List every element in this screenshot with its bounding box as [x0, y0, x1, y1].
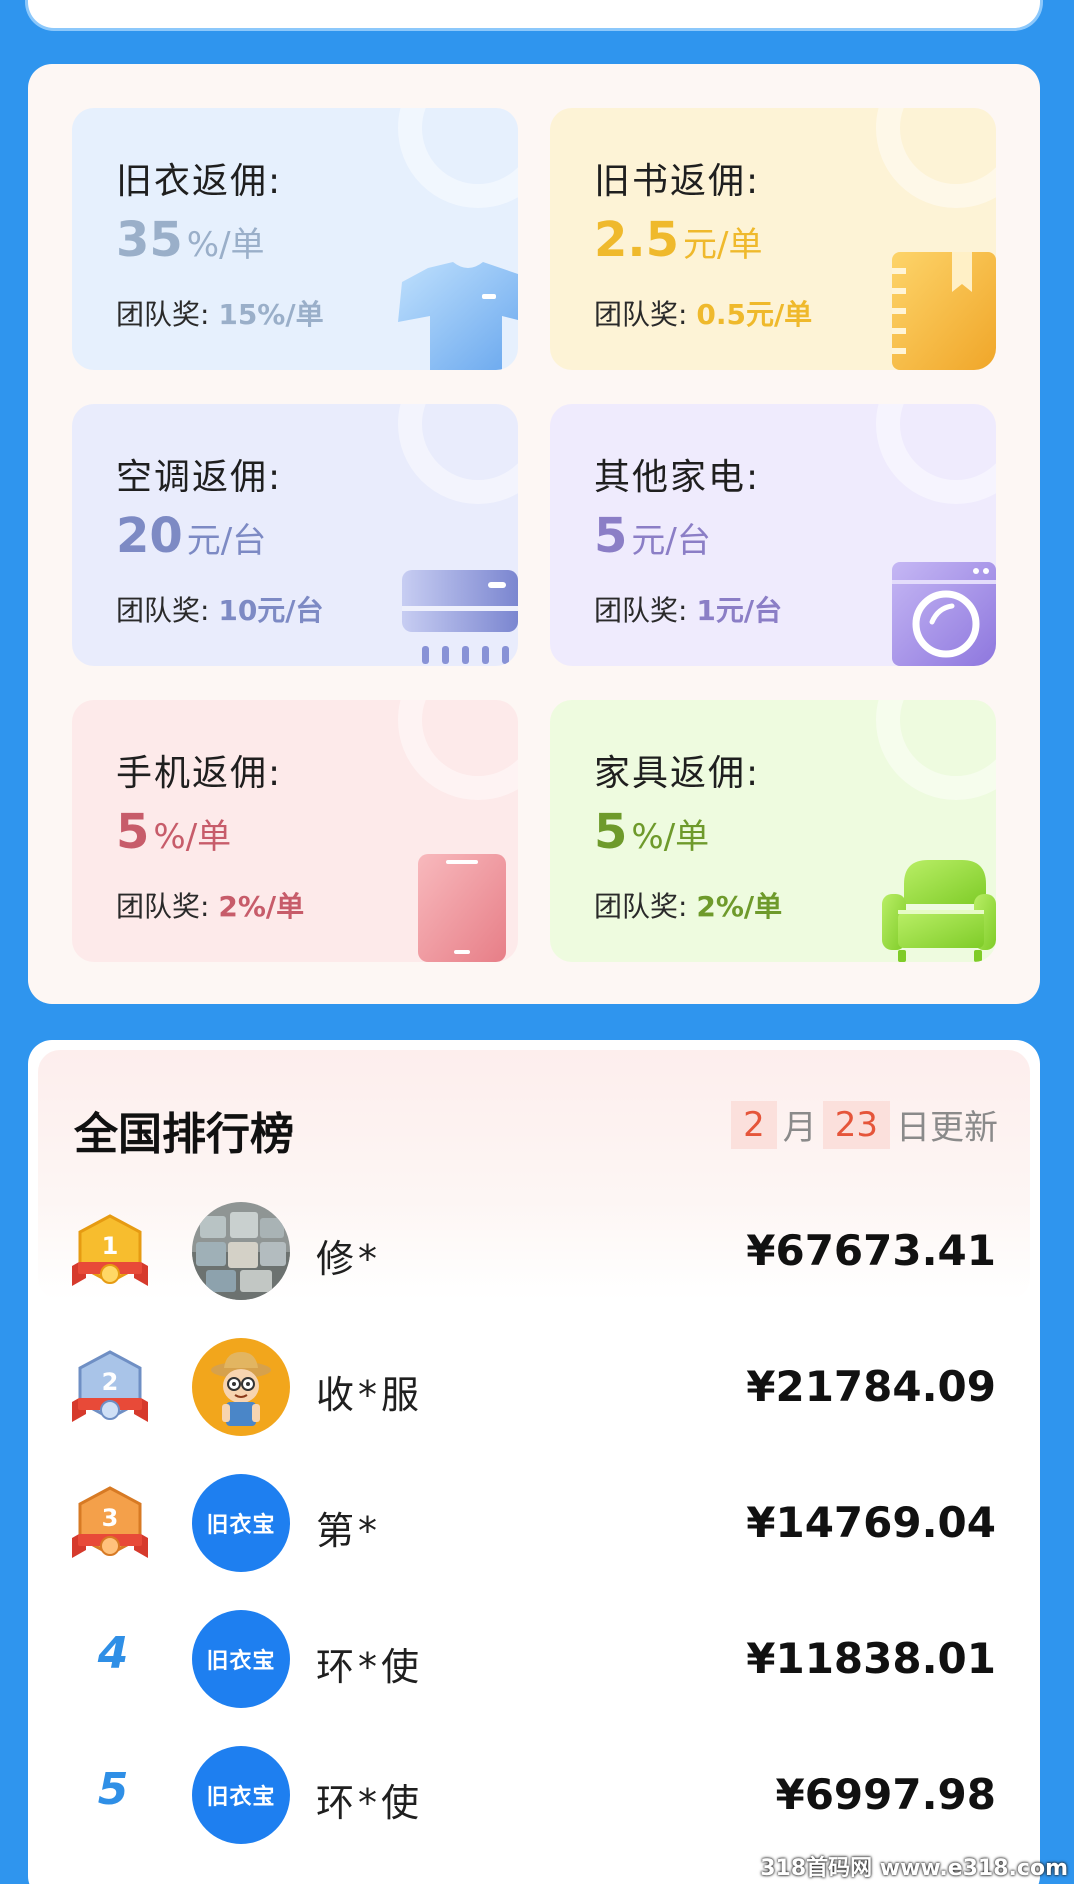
update-month: 2: [731, 1100, 777, 1149]
rate-unit: 元/台: [631, 521, 711, 561]
furniture-commission-card[interactable]: 家具返佣: 5 %/单 团队奖: 2%/单: [550, 700, 996, 962]
team-bonus: 团队奖: 2%/单: [594, 885, 782, 925]
rate-value: 2.5: [594, 212, 680, 268]
medal-rank: 1: [102, 1232, 119, 1260]
clothes-commission-card[interactable]: 旧衣返佣: 35 %/单 团队奖: 15%/单: [72, 108, 518, 370]
tshirt-icon: [398, 262, 518, 370]
team-label: 团队奖:: [594, 298, 688, 331]
team-bonus: 团队奖: 0.5元/单: [594, 293, 812, 333]
ranking-row[interactable]: 5 旧衣宝 环*使 ¥6997.98: [28, 1740, 1040, 1850]
team-value: 2%/单: [218, 890, 305, 923]
rate-value: 5: [116, 804, 150, 860]
user-name: 环*使: [316, 1781, 424, 1825]
decorative-ring: [876, 108, 996, 208]
ranking-title: 全国排行榜: [74, 1109, 294, 1160]
user-name: 收*服: [316, 1373, 424, 1417]
rate-value: 5: [594, 508, 628, 564]
month-label: 月: [782, 1108, 817, 1148]
update-day: 23: [822, 1100, 890, 1149]
team-label: 团队奖:: [594, 594, 688, 627]
team-bonus: 团队奖: 2%/单: [116, 885, 304, 925]
user-name: 环*使: [316, 1645, 424, 1689]
books-commission-card[interactable]: 旧书返佣: 2.5 元/单 团队奖: 0.5元/单: [550, 108, 996, 370]
commission-rate: 2.5 元/单: [594, 212, 763, 268]
card-title: 空调返佣:: [116, 457, 283, 498]
appliances-commission-card[interactable]: 其他家电: 5 元/台 团队奖: 1元/台: [550, 404, 996, 666]
commission-rate: 5 %/单: [116, 804, 231, 860]
team-bonus: 团队奖: 10元/台: [116, 589, 324, 629]
sofa-icon: [882, 860, 996, 962]
commission-rate: 20 元/台: [116, 508, 266, 564]
card-title: 其他家电:: [594, 457, 761, 498]
card-title: 手机返佣:: [116, 753, 283, 794]
team-bonus: 团队奖: 15%/单: [116, 293, 324, 333]
earnings-amount: ¥21784.09: [746, 1362, 996, 1411]
decorative-ring: [398, 700, 518, 800]
team-label: 团队奖:: [594, 890, 688, 923]
decorative-ring: [876, 404, 996, 504]
brand-avatar[interactable]: 旧衣宝: [192, 1474, 290, 1572]
team-value: 0.5元/单: [696, 298, 813, 331]
gold-medal-icon: 1: [72, 1214, 148, 1286]
rank-number: 5: [97, 1764, 129, 1815]
photo-avatar[interactable]: [192, 1202, 290, 1300]
brand-avatar[interactable]: 旧衣宝: [192, 1610, 290, 1708]
card-title: 家具返佣:: [594, 753, 761, 794]
team-label: 团队奖:: [116, 594, 210, 627]
team-bonus: 团队奖: 1元/台: [594, 589, 782, 629]
rate-value: 5: [594, 804, 628, 860]
team-value: 10元/台: [218, 594, 324, 627]
medal-rank: 3: [102, 1504, 119, 1532]
ranking-row[interactable]: 1 修* ¥67673.41: [28, 1196, 1040, 1306]
earnings-amount: ¥67673.41: [746, 1226, 996, 1275]
card-title: 旧书返佣:: [594, 161, 761, 202]
user-name: 第*: [316, 1509, 382, 1553]
ranking-row[interactable]: 4 旧衣宝 环*使 ¥11838.01: [28, 1604, 1040, 1714]
earnings-amount: ¥14769.04: [746, 1498, 996, 1547]
commission-rate: 35 %/单: [116, 212, 265, 268]
air-conditioner-commission-card[interactable]: 空调返佣: 20 元/台 团队奖: 10元/台: [72, 404, 518, 666]
card-title: 旧衣返佣:: [116, 161, 283, 202]
ranking-row[interactable]: 3 旧衣宝 第* ¥14769.04: [28, 1468, 1040, 1578]
brand-avatar[interactable]: 旧衣宝: [192, 1746, 290, 1844]
top-card-edge: [28, 0, 1040, 28]
team-label: 团队奖:: [116, 890, 210, 923]
rate-value: 35: [116, 212, 183, 268]
rate-unit: %/单: [153, 817, 232, 857]
rate-unit: %/单: [186, 225, 265, 265]
earnings-amount: ¥11838.01: [746, 1634, 996, 1683]
decorative-ring: [398, 108, 518, 208]
washing-machine-icon: [892, 562, 996, 666]
team-value: 2%/单: [696, 890, 783, 923]
earnings-amount: ¥6997.98: [775, 1770, 996, 1819]
decorative-ring: [876, 700, 996, 800]
commission-rate: 5 元/台: [594, 508, 711, 564]
rank-number: 4: [97, 1628, 129, 1679]
phone-icon: [418, 854, 506, 962]
phone-commission-card[interactable]: 手机返佣: 5 %/单 团队奖: 2%/单: [72, 700, 518, 962]
ranking-panel: 全国排行榜 2 月 23 日更新 1 修* ¥67673.41 2 收*服 ¥2…: [28, 1040, 1040, 1884]
silver-medal-icon: 2: [72, 1350, 148, 1422]
site-watermark: 318首码网 www.e318.com: [760, 1856, 1068, 1881]
commission-rate: 5 %/单: [594, 804, 709, 860]
update-date: 2 月 23 日更新: [725, 1100, 998, 1149]
decorative-ring: [398, 404, 518, 504]
user-name: 修*: [316, 1237, 382, 1281]
book-icon: [892, 252, 996, 370]
team-value: 1元/台: [696, 594, 783, 627]
bronze-medal-icon: 3: [72, 1486, 148, 1558]
rate-unit: 元/单: [683, 225, 763, 265]
team-label: 团队奖:: [116, 298, 210, 331]
team-value: 15%/单: [218, 298, 324, 331]
rate-value: 20: [116, 508, 183, 564]
air-conditioner-icon: [402, 570, 518, 664]
update-suffix: 日更新: [896, 1108, 998, 1148]
commission-panel: 旧衣返佣: 35 %/单 团队奖: 15%/单 旧书返佣: 2.5 元/单 团队奖:…: [28, 64, 1040, 1004]
farmer-avatar[interactable]: [192, 1338, 290, 1436]
rate-unit: %/单: [631, 817, 710, 857]
ranking-row[interactable]: 2 收*服 ¥21784.09: [28, 1332, 1040, 1442]
medal-rank: 2: [102, 1368, 119, 1396]
rate-unit: 元/台: [186, 521, 267, 561]
